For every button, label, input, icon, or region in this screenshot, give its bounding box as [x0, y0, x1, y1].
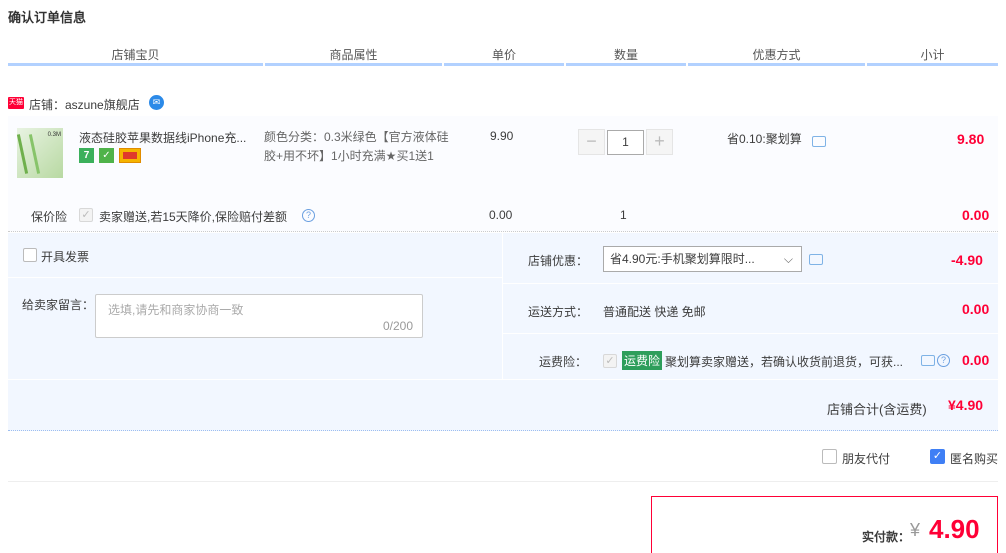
insurance-text: 卖家赠送,若15天降价,保险赔付差额	[99, 210, 288, 224]
col-header-attributes: 商品属性	[329, 48, 378, 62]
divider	[8, 277, 502, 278]
insurance-qty: 1	[620, 208, 627, 222]
quantity-input[interactable]: 1	[607, 130, 644, 155]
product-name-link[interactable]: 液态硅胶苹果数据线iPhone充...	[79, 129, 254, 146]
header-underline	[8, 63, 263, 66]
tmall-badge-icon: 天猫	[8, 97, 24, 109]
message-label: 给卖家留言：	[22, 298, 95, 312]
final-label: 实付款：	[862, 530, 911, 544]
shipping-label: 运送方式：	[528, 305, 589, 319]
shipping-insurance-tag: 运费险	[622, 351, 663, 370]
col-header-subtotal: 小计	[920, 48, 945, 62]
shipping-insurance-label: 运费险：	[539, 355, 588, 369]
invoice-label[interactable]: 开具发票	[41, 248, 89, 265]
divider	[8, 481, 998, 482]
anonymous-label[interactable]: 匿名购买	[950, 450, 998, 467]
help-icon[interactable]: ?	[937, 354, 950, 367]
col-header-discount: 优惠方式	[752, 48, 801, 62]
comment-icon[interactable]	[921, 355, 935, 366]
seven-day-return-icon[interactable]: 7	[79, 148, 94, 163]
comment-icon[interactable]	[809, 254, 823, 265]
col-header-unit-price: 单价	[491, 48, 516, 62]
chat-wangwang-icon[interactable]: ✉	[149, 95, 164, 110]
final-amount: 4.90	[929, 514, 980, 544]
message-textarea[interactable]: 选填,请先和商家协商一致 0/200	[95, 294, 423, 338]
shop-discount-selected: 省4.90元:手机聚划算限时...	[610, 252, 755, 266]
unit-price: 9.90	[490, 129, 514, 143]
quantity-minus-button[interactable]: −	[578, 129, 605, 155]
col-header-shop-item: 店铺宝贝	[111, 48, 160, 62]
header-underline	[566, 63, 686, 66]
anonymous-checkbox[interactable]: ✓	[930, 449, 945, 464]
shipping-amount: 0.00	[962, 301, 990, 317]
product-thumbnail[interactable]: 0.3M	[16, 128, 63, 178]
header-underline	[867, 63, 998, 66]
header-underline	[265, 63, 442, 66]
chevron-down-icon: ⌵	[783, 252, 793, 266]
shipping-insurance-amount: 0.00	[962, 352, 990, 368]
credit-card-icon[interactable]	[119, 148, 141, 163]
shop-discount-select[interactable]: 省4.90元:手机聚划算限时... ⌵	[603, 246, 802, 272]
shipping-method: 普通配送 快递 免邮	[603, 305, 706, 319]
shop-total-label: 店铺合计(含运费)	[827, 402, 927, 417]
shop-discount-amount: -4.90	[951, 252, 983, 268]
insurance-price: 0.00	[489, 208, 513, 222]
message-placeholder: 选填,请先和商家协商一致	[108, 303, 244, 317]
page-title: 确认订单信息	[8, 10, 87, 25]
product-attributes: 颜色分类：0.3米绿色【官方液体硅胶+用不坏】1小时充满★买1送1	[264, 130, 449, 163]
col-header-quantity: 数量	[613, 48, 638, 62]
comment-icon[interactable]	[812, 136, 826, 147]
guarantee-icon[interactable]: ✓	[99, 148, 114, 163]
friend-pay-label[interactable]: 朋友代付	[842, 450, 890, 467]
shipping-insurance-checkbox: ✓	[603, 354, 617, 368]
insurance-subtotal: 0.00	[962, 207, 990, 223]
help-icon[interactable]: ?	[302, 209, 315, 222]
item-discount: 省0.10:聚划算	[727, 132, 802, 146]
invoice-checkbox[interactable]	[23, 248, 37, 262]
header-underline	[688, 63, 865, 66]
shop-total-amount: ¥4.90	[948, 397, 984, 413]
friend-pay-checkbox[interactable]	[822, 449, 837, 464]
insurance-label: 保价险	[31, 210, 68, 224]
final-currency: ¥	[910, 520, 921, 540]
item-subtotal: 9.80	[957, 131, 985, 147]
shop-discount-label: 店铺优惠：	[528, 254, 589, 268]
divider	[503, 333, 998, 334]
quantity-plus-button[interactable]: +	[646, 129, 673, 155]
divider	[503, 283, 998, 284]
insurance-checkbox: ✓	[79, 208, 93, 222]
header-underline	[444, 63, 564, 66]
shipping-insurance-text: 聚划算卖家赠送，若确认收货前退货，可获...	[665, 355, 904, 369]
message-char-count: 0/200	[382, 319, 413, 333]
shop-name-link[interactable]: 店铺：aszune旗舰店	[29, 96, 140, 113]
